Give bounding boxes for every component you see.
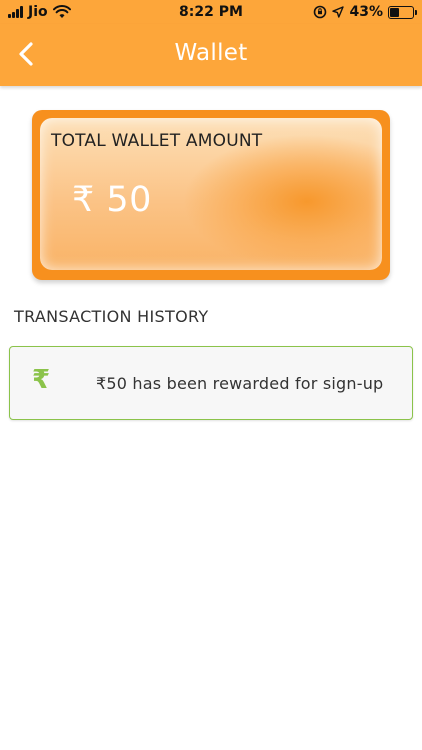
location-arrow-icon [332,6,345,18]
wallet-label: TOTAL WALLET AMOUNT [51,131,263,151]
battery-fill [390,7,399,17]
transaction-item[interactable]: ₹ ₹50 has been rewarded for sign-up [9,346,413,420]
status-bar: Jio 8:22 PM 43% [0,0,422,24]
rupee-icon: ₹ [32,365,51,395]
battery-percent: 43% [349,4,383,20]
transaction-text: ₹50 has been rewarded for sign-up [96,374,384,393]
battery-icon [388,5,417,19]
wallet-amount: ₹ 50 [72,180,152,220]
wifi-icon [52,5,71,18]
carrier-name: Jio [28,4,48,20]
transaction-history-title: TRANSACTION HISTORY [14,307,209,326]
signal-icon [8,6,23,18]
wallet-card: TOTAL WALLET AMOUNT ₹ 50 [32,110,390,280]
page-title: Wallet [174,40,248,66]
status-right: 43% [313,4,417,20]
nav-bar: Wallet [0,24,422,86]
rotation-lock-icon [314,5,327,19]
wallet-card-inner: TOTAL WALLET AMOUNT ₹ 50 [40,118,382,270]
app: Jio 8:22 PM 43% Wallet TOTAL WALLET AMOU… [0,0,422,750]
status-left: Jio [8,4,71,20]
